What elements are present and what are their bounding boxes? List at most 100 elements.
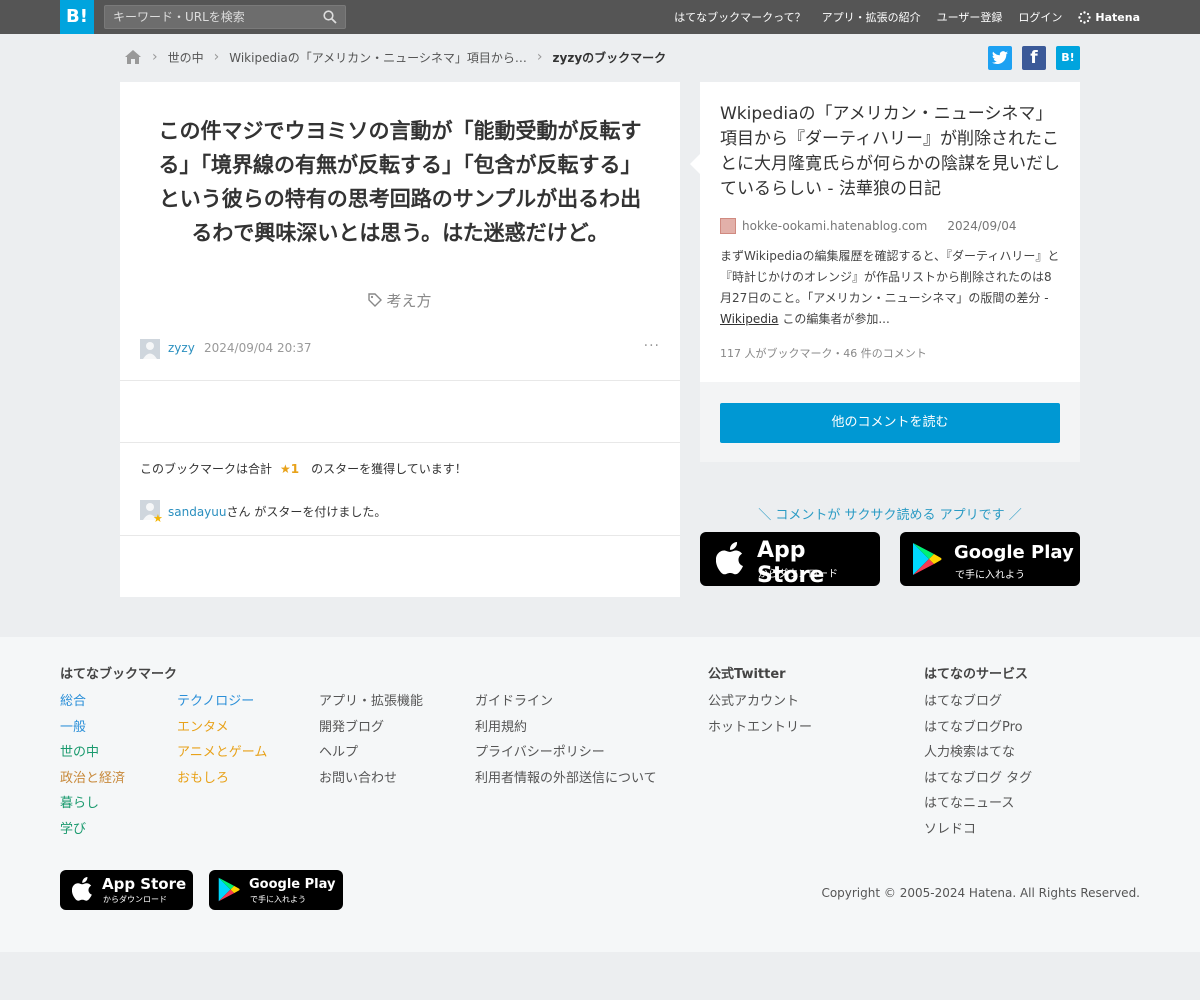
footer-link[interactable]: はてなブログ タグ <box>924 770 1032 789</box>
star-count[interactable]: ★1 <box>280 462 299 476</box>
search-box[interactable] <box>104 5 346 29</box>
facebook-share-button[interactable]: f <box>1022 46 1046 70</box>
footer-link[interactable]: アプリ・拡張機能 <box>319 693 423 712</box>
entry-date: 2024/09/04 <box>947 219 1017 233</box>
chevron-right-icon: › <box>536 49 543 65</box>
star-user-suffix: さん がスターを付けました。 <box>226 505 387 519</box>
bookmark-username[interactable]: zyzy <box>168 341 195 355</box>
entry-card: Wkipediaの「アメリカン・ニューシネマ」項目から『ダーティハリー』が削除さ… <box>690 82 1080 382</box>
footer-link[interactable]: テクノロジー <box>177 693 267 712</box>
footer-link[interactable]: エンタメ <box>177 719 267 738</box>
googleplay-label: Google Play <box>954 542 1074 563</box>
footer-link[interactable]: おもしろ <box>177 770 267 789</box>
googleplay-sublabel: で手に入れよう <box>250 895 306 904</box>
footer-link[interactable]: 公式アカウント <box>708 693 812 712</box>
bookmark-tag[interactable]: 考え方 <box>120 290 680 311</box>
star-summary-suffix: のスターを獲得しています！ <box>311 462 467 476</box>
divider <box>120 535 680 536</box>
entry-desc-text-after: この編集者が参加... <box>778 312 890 326</box>
site-favicon-icon <box>720 218 736 234</box>
home-icon[interactable] <box>124 49 142 65</box>
more-options-icon[interactable]: ··· <box>644 338 660 354</box>
footer-links-col4: ガイドライン 利用規約プライバシーポリシー 利用者情報の外部送信について <box>475 693 657 788</box>
bookmark-card: この件マジでウヨミソの言動が「能動受動が反転する」「境界線の有無が反転する」「包… <box>120 82 680 597</box>
footer-app-store-button[interactable]: App Store からダウンロード <box>60 870 193 910</box>
footer-services-heading: はてなのサービス <box>924 667 1029 682</box>
footer-twitter-heading: 公式Twitter <box>708 667 786 682</box>
star-username[interactable]: sandayuu <box>168 505 227 519</box>
footer-link[interactable]: 利用者情報の外部送信について <box>475 770 657 789</box>
star-icon: ★ <box>153 512 163 525</box>
divider <box>120 380 680 381</box>
apple-icon <box>72 877 92 901</box>
search-icon[interactable] <box>323 10 337 24</box>
search-input[interactable] <box>105 6 315 28</box>
nav-about[interactable]: はてなブックマークって？ <box>674 9 805 25</box>
bookmark-date[interactable]: 2024/09/04 20:37 <box>204 341 312 355</box>
footer-link[interactable]: はてなブログ <box>924 693 1032 712</box>
bookmark-user-row: zyzy 2024/09/04 20:37 ··· <box>140 338 660 360</box>
footer-link[interactable]: 学び <box>60 821 125 840</box>
footer-link[interactable]: 利用規約 <box>475 719 657 738</box>
footer-link[interactable]: 暮らし <box>60 795 125 814</box>
read-more-box: 他のコメントを読む <box>700 382 1080 462</box>
footer-categories-col2: テクノロジー エンタメアニメとゲーム おもしろ <box>177 693 267 788</box>
entry-stats[interactable]: 117 人がブックマーク・46 件のコメント <box>720 345 927 361</box>
footer-services-links: はてなブログ はてなブログPro 人力検索はてな はてなブログ タグ はてなニュース ソレ… <box>924 693 1032 839</box>
footer-link[interactable]: ヘルプ <box>319 744 423 763</box>
copyright: Copyright © 2005-2024 Hatena. All Rights… <box>821 886 1140 900</box>
footer-link[interactable]: はてなニュース <box>924 795 1032 814</box>
footer-link[interactable]: お問い合わせ <box>319 770 423 789</box>
breadcrumb-category[interactable]: 世の中 <box>168 49 204 66</box>
star-summary: このブックマークは合計 ★1 のスターを獲得しています！ <box>140 460 467 477</box>
google-play-icon <box>218 877 240 902</box>
user-avatar-icon <box>143 342 157 359</box>
footer-link[interactable]: ソレドコ <box>924 821 1032 840</box>
footer-link[interactable]: ホットエントリー <box>708 719 812 738</box>
entry-desc-text: まずWikipediaの編集履歴を確認すると、『ダーティハリー』と『時計じかけの… <box>720 249 1060 305</box>
nav-register[interactable]: ユーザー登録 <box>937 9 1003 25</box>
app-store-button[interactable]: App Store からダウンロード <box>700 532 880 588</box>
breadcrumb-entry[interactable]: Wikipediaの「アメリカン・ニューシネマ」項目から… <box>229 49 527 66</box>
hatena-share-button[interactable]: B! <box>1056 46 1080 70</box>
facebook-icon: f <box>1030 48 1038 68</box>
entry-title[interactable]: Wkipediaの「アメリカン・ニューシネマ」項目から『ダーティハリー』が削除さ… <box>720 102 1065 202</box>
chevron-right-icon: › <box>152 49 158 65</box>
footer-google-play-button[interactable]: Google Play で手に入れよう <box>209 870 343 910</box>
twitter-icon <box>992 51 1008 65</box>
footer-link[interactable]: 開発ブログ <box>319 719 423 738</box>
share-buttons: f B! <box>988 46 1080 70</box>
app-promo-text: ＼ コメントが サクサク読める アプリです ／ <box>758 508 1022 523</box>
tag-label: 考え方 <box>386 292 432 310</box>
entry-description: まずWikipediaの編集履歴を確認すると、『ダーティハリー』と『時計じかけの… <box>720 246 1060 330</box>
hatena-bookmark-logo[interactable]: B! <box>60 0 94 34</box>
star-user-text: sandayuuさん がスターを付けました。 <box>168 503 386 520</box>
entry-meta: hokke-ookami.hatenablog.com 2024/09/04 <box>720 218 1017 234</box>
entry-desc-link[interactable]: Wikipedia <box>720 312 779 326</box>
footer-links-col3: アプリ・拡張機能 開発ブログヘルプお問い合わせ <box>319 693 423 788</box>
nav-apps[interactable]: アプリ・拡張の紹介 <box>822 9 921 25</box>
avatar[interactable] <box>140 339 160 359</box>
footer-link[interactable]: 一般 <box>60 719 125 738</box>
footer-link[interactable]: プライバシーポリシー <box>475 744 657 763</box>
footer-link[interactable]: 世の中 <box>60 744 125 763</box>
twitter-share-button[interactable] <box>988 46 1012 70</box>
footer-link[interactable]: アニメとゲーム <box>177 744 267 763</box>
appstore-label: App Store <box>757 538 825 588</box>
breadcrumb: › 世の中 › Wikipediaの「アメリカン・ニューシネマ」項目から… › … <box>124 46 666 68</box>
entry-domain[interactable]: hokke-ookami.hatenablog.com <box>742 219 927 233</box>
footer: はてなブックマーク 総合 一般 世の中 政治と経済 暮らし 学び テクノロジー エンタメ アニ… <box>0 637 1200 952</box>
nav-login[interactable]: ログイン <box>1018 9 1062 25</box>
footer-link[interactable]: はてなブログPro <box>924 719 1032 738</box>
footer-link[interactable]: 政治と経済 <box>60 770 125 789</box>
footer-link[interactable]: 総合 <box>60 693 125 712</box>
breadcrumb-current: zyzyのブックマーク <box>552 50 667 65</box>
tag-icon <box>368 293 383 307</box>
footer-link[interactable]: ガイドライン <box>475 693 657 712</box>
footer-link[interactable]: 人力検索はてな <box>924 744 1032 763</box>
google-play-button[interactable]: Google Play で手に入れよう <box>900 532 1080 586</box>
bookmark-comment: この件マジでウヨミソの言動が「能動受動が反転する」「境界線の有無が反転する」「包… <box>158 119 642 245</box>
googleplay-sublabel: で手に入れよう <box>955 570 1025 581</box>
hatena-logo[interactable]: Hatena <box>1078 11 1140 24</box>
read-more-comments-button[interactable]: 他のコメントを読む <box>720 403 1060 443</box>
